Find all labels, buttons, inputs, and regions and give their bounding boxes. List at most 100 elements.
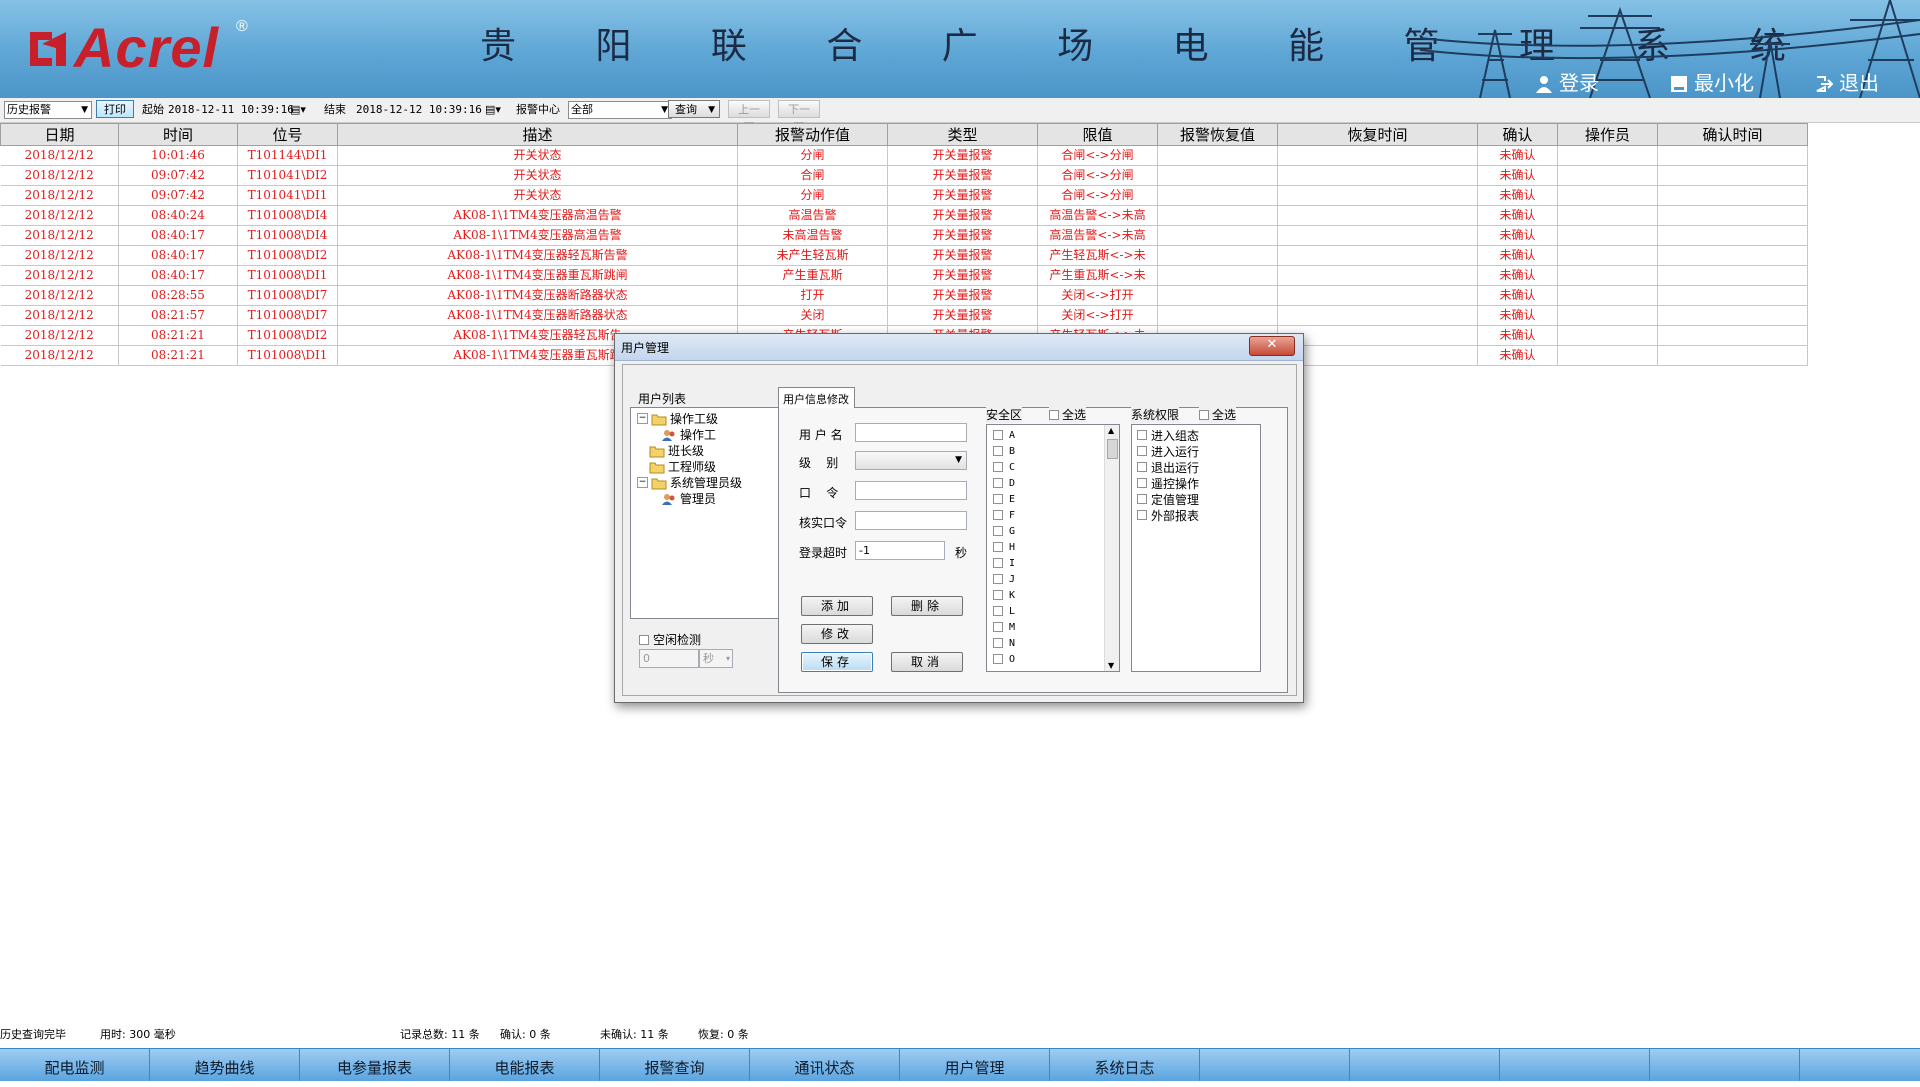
confirm-password-input[interactable]: [855, 511, 967, 530]
permission-checkbox[interactable]: [1137, 494, 1147, 504]
security-zone-item[interactable]: A: [993, 428, 1015, 442]
nav-tab[interactable]: 趋势曲线: [150, 1049, 300, 1081]
security-zone-checkbox[interactable]: [993, 590, 1003, 600]
column-header[interactable]: 确认: [1477, 123, 1558, 146]
nav-tab[interactable]: 通讯状态: [750, 1049, 900, 1081]
security-zone-item[interactable]: L: [993, 604, 1015, 618]
security-zone-checkbox[interactable]: [993, 478, 1003, 488]
scroll-up-icon[interactable]: ▲: [1108, 426, 1114, 435]
idle-check-checkbox[interactable]: [639, 634, 649, 645]
column-header[interactable]: 报警恢复值: [1157, 123, 1278, 146]
security-zone-item[interactable]: F: [993, 508, 1015, 522]
permission-item[interactable]: 退出运行: [1137, 459, 1199, 475]
print-button[interactable]: 打印: [96, 100, 134, 118]
column-header[interactable]: 确认时间: [1657, 123, 1808, 146]
table-row[interactable]: 2018/12/12 08:40:17 T101008\DI4 AK08-1\1TM4…: [0, 225, 1808, 246]
security-scrollbar[interactable]: ▲ ▼: [1104, 425, 1119, 671]
security-zone-checkbox[interactable]: [993, 606, 1003, 616]
security-zone-checkbox[interactable]: [993, 462, 1003, 472]
start-calendar-icon[interactable]: ▤▾: [290, 101, 306, 119]
nav-tab[interactable]: 系统日志: [1050, 1049, 1200, 1081]
permission-item[interactable]: 定值管理: [1137, 491, 1199, 507]
nav-tab[interactable]: 配电监测: [0, 1049, 150, 1081]
permission-select-all[interactable]: 全选: [1199, 406, 1237, 423]
expand-toggle-icon[interactable]: −: [637, 413, 648, 424]
tree-item[interactable]: − 系统管理员级: [637, 474, 742, 491]
security-zone-checkbox[interactable]: [993, 430, 1003, 440]
prev-page-button[interactable]: 上一页: [728, 100, 770, 134]
column-header[interactable]: 恢复时间: [1277, 123, 1478, 146]
close-button[interactable]: ✕: [1249, 336, 1295, 356]
security-zone-checkbox[interactable]: [993, 622, 1003, 632]
nav-tab[interactable]: 电能报表: [450, 1049, 600, 1081]
tree-item[interactable]: 工程师级: [637, 458, 716, 475]
security-zone-item[interactable]: J: [993, 572, 1015, 586]
minimize-button[interactable]: 最小化: [1670, 72, 1754, 96]
column-header[interactable]: 时间: [118, 123, 238, 146]
security-zone-checkbox[interactable]: [993, 526, 1003, 536]
delete-button[interactable]: 删除: [891, 596, 963, 616]
modify-button[interactable]: 修改: [801, 624, 873, 644]
security-zone-item[interactable]: N: [993, 636, 1015, 650]
password-input[interactable]: [855, 481, 967, 500]
permission-item[interactable]: 进入运行: [1137, 443, 1199, 459]
scroll-down-icon[interactable]: ▼: [1108, 661, 1114, 670]
cancel-button[interactable]: 取消: [891, 652, 963, 672]
table-row[interactable]: 2018/12/12 08:40:24 T101008\DI4 AK08-1\1TM4…: [0, 205, 1808, 226]
table-row[interactable]: 2018/12/12 09:07:42 T101041\DI1 开关状态 分闸 开关量报警…: [0, 185, 1808, 206]
security-zone-checkbox[interactable]: [993, 638, 1003, 648]
alarm-center-select[interactable]: 全部 ▼: [568, 101, 672, 119]
idle-seconds-input[interactable]: 0: [639, 649, 699, 668]
column-header[interactable]: 操作员: [1557, 123, 1658, 146]
permission-checkbox[interactable]: [1137, 446, 1147, 456]
column-header[interactable]: 类型: [887, 123, 1038, 146]
permission-checkbox[interactable]: [1137, 510, 1147, 520]
security-select-all[interactable]: 全选: [1049, 406, 1087, 423]
security-zone-item[interactable]: I: [993, 556, 1015, 570]
security-zone-item[interactable]: K: [993, 588, 1015, 602]
permission-item[interactable]: 遥控操作: [1137, 475, 1199, 491]
tree-item[interactable]: − 操作工级: [637, 410, 718, 427]
security-zone-item[interactable]: E: [993, 492, 1015, 506]
end-datetime[interactable]: 2018-12-12 10:39:16: [356, 101, 482, 119]
mode-select[interactable]: 历史报警 ▼: [4, 101, 92, 119]
column-header[interactable]: 日期: [0, 123, 119, 146]
tree-item[interactable]: 管理员: [661, 490, 716, 507]
security-zone-checkbox[interactable]: [993, 654, 1003, 664]
security-zone-checkbox[interactable]: [993, 494, 1003, 504]
permission-checkbox[interactable]: [1137, 478, 1147, 488]
username-input[interactable]: [855, 423, 967, 442]
level-select[interactable]: ▼: [855, 451, 967, 470]
nav-tab[interactable]: 电参量报表: [300, 1049, 450, 1081]
next-page-button[interactable]: 下一页: [778, 100, 820, 134]
table-row[interactable]: 2018/12/12 09:07:42 T101041\DI2 开关状态 合闸 开关量报警…: [0, 165, 1808, 186]
column-header[interactable]: 描述: [337, 123, 738, 146]
permission-checkbox[interactable]: [1137, 430, 1147, 440]
security-zone-checkbox[interactable]: [993, 558, 1003, 568]
tab-user-info[interactable]: 用户信息修改: [778, 387, 855, 408]
security-zone-item[interactable]: O: [993, 652, 1015, 666]
idle-unit-spinner[interactable]: 秒 ▾: [699, 649, 733, 668]
dialog-titlebar[interactable]: 用户管理 ✕: [615, 334, 1303, 361]
end-calendar-icon[interactable]: ▤▾: [485, 101, 501, 119]
table-row[interactable]: 2018/12/12 10:01:46 T101144\DI1 开关状态 分闸 开关量报警…: [0, 145, 1808, 166]
table-row[interactable]: 2018/12/12 08:40:17 T101008\DI2 AK08-1\1TM4…: [0, 245, 1808, 266]
column-header[interactable]: 限值: [1037, 123, 1158, 146]
login-button[interactable]: 登录: [1535, 72, 1599, 96]
expand-toggle-icon[interactable]: −: [637, 477, 648, 488]
exit-button[interactable]: 退出: [1815, 72, 1879, 96]
add-button[interactable]: 添加: [801, 596, 873, 616]
table-row[interactable]: 2018/12/12 08:21:57 T101008\DI7 AK08-1\1TM4…: [0, 305, 1808, 326]
tree-item[interactable]: 班长级: [637, 442, 704, 459]
nav-tab[interactable]: 报警查询: [600, 1049, 750, 1081]
login-timeout-input[interactable]: -1: [855, 541, 945, 560]
query-button[interactable]: 查询 ▼: [668, 100, 720, 118]
nav-tab[interactable]: 用户管理: [900, 1049, 1050, 1081]
security-zone-checkbox[interactable]: [993, 446, 1003, 456]
permission-item[interactable]: 外部报表: [1137, 507, 1199, 523]
security-zone-checkbox[interactable]: [993, 510, 1003, 520]
security-zone-item[interactable]: C: [993, 460, 1015, 474]
table-row[interactable]: 2018/12/12 08:28:55 T101008\DI7 AK08-1\1TM4…: [0, 285, 1808, 306]
permission-select-all-checkbox[interactable]: [1199, 409, 1209, 420]
permission-checkbox[interactable]: [1137, 462, 1147, 472]
